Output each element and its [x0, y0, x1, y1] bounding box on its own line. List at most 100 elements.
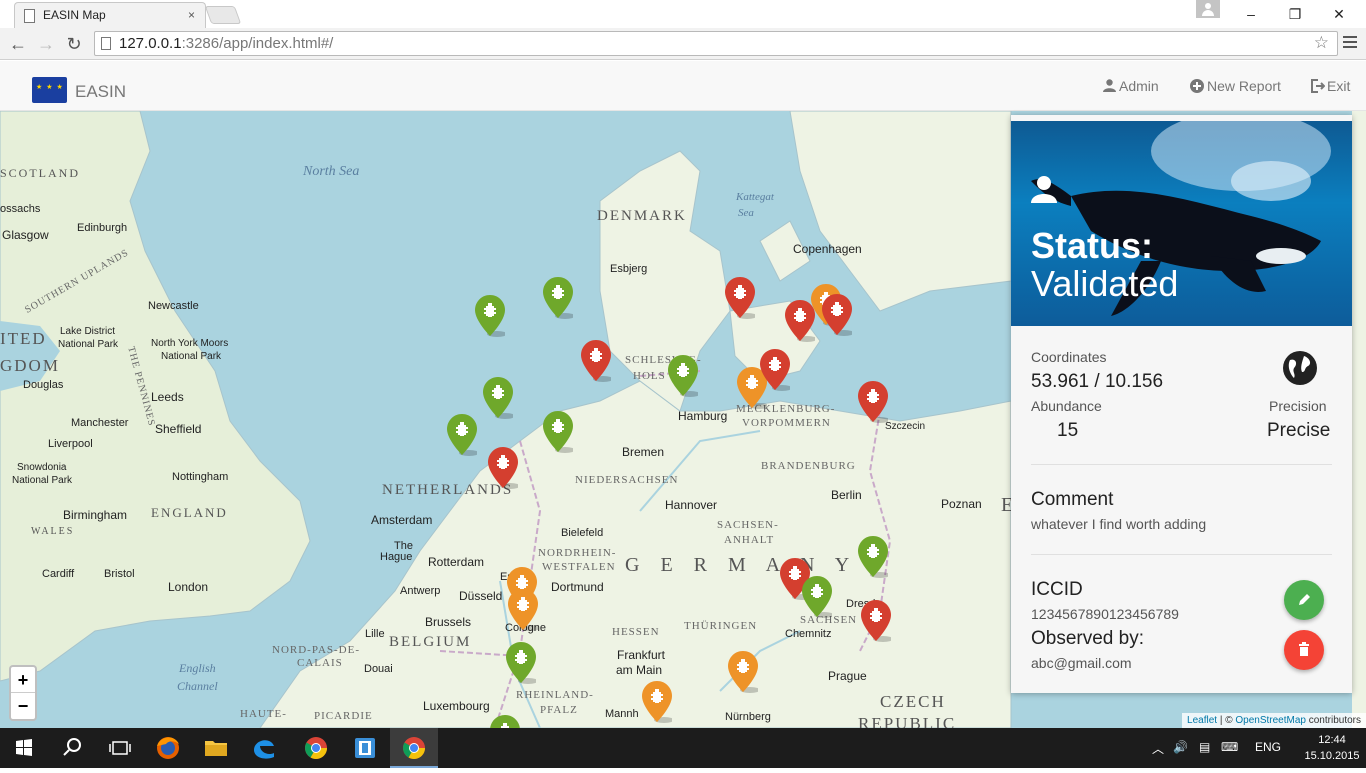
- iccid-value: 1234567890123456789: [1031, 606, 1179, 622]
- label-newcastle: Newcastle: [148, 300, 199, 312]
- observation-marker-pending[interactable]: [728, 651, 760, 693]
- bug-icon: [475, 295, 507, 337]
- observation-marker-rejected[interactable]: [858, 381, 890, 423]
- keyboard-icon[interactable]: ⌨: [1221, 740, 1238, 754]
- tab-close-icon[interactable]: ×: [188, 8, 195, 22]
- label-hamburg: Hamburg: [678, 409, 728, 423]
- edit-button[interactable]: [1284, 580, 1324, 620]
- profile-icon[interactable]: [1196, 0, 1220, 18]
- zoom-out-button[interactable]: −: [11, 693, 35, 719]
- observation-marker-validated[interactable]: [506, 642, 538, 684]
- windows-taskbar: ︿ 🔊 ▤ ⌨ ENG 12:44 15.10.2015: [0, 728, 1366, 768]
- observation-marker-pending[interactable]: [508, 589, 540, 631]
- browser-menu-icon[interactable]: [1343, 36, 1357, 51]
- file-explorer-taskbar-button[interactable]: [192, 728, 240, 768]
- label-cardiff: Cardiff: [42, 568, 75, 580]
- volume-icon[interactable]: 🔊: [1173, 740, 1188, 754]
- app-icon: [355, 738, 375, 758]
- search-icon: [63, 738, 81, 756]
- status-label: Status:: [1031, 225, 1154, 266]
- observation-marker-validated[interactable]: [490, 715, 520, 728]
- label-manchester: Manchester: [71, 417, 129, 429]
- maximize-button[interactable]: ❐: [1272, 0, 1318, 28]
- bug-icon: [760, 349, 792, 391]
- nav-new-report[interactable]: New Report: [1190, 78, 1281, 94]
- iccid-label: ICCID: [1031, 579, 1083, 600]
- observation-marker-validated[interactable]: [483, 377, 515, 419]
- coordinates-label: Coordinates: [1031, 349, 1107, 365]
- browser-tab[interactable]: EASIN Map ×: [14, 2, 206, 28]
- label-anhalt: ANHALT: [724, 534, 775, 546]
- label-nurnberg: Nürnberg: [725, 711, 771, 723]
- delete-button[interactable]: [1284, 630, 1324, 670]
- observation-marker-rejected[interactable]: [822, 294, 854, 336]
- app-taskbar-button[interactable]: [340, 728, 388, 768]
- minimize-button[interactable]: –: [1228, 0, 1274, 28]
- firefox-taskbar-button[interactable]: [144, 728, 192, 768]
- search-button[interactable]: [48, 728, 96, 768]
- leaflet-link[interactable]: Leaflet: [1187, 715, 1217, 726]
- observation-marker-validated[interactable]: [668, 355, 700, 397]
- observation-marker-validated[interactable]: [802, 576, 834, 618]
- comment-label: Comment: [1031, 489, 1114, 510]
- observation-marker-rejected[interactable]: [861, 600, 893, 642]
- forward-icon[interactable]: →: [34, 32, 58, 56]
- observation-marker-rejected[interactable]: [725, 277, 757, 319]
- nav-exit-label: Exit: [1327, 78, 1351, 94]
- label-chemnitz: Chemnitz: [785, 628, 832, 640]
- label-esbjerg: Esbjerg: [610, 263, 648, 275]
- observation-marker-rejected[interactable]: [488, 447, 520, 489]
- language-indicator[interactable]: ENG: [1255, 740, 1281, 754]
- notifications-icon[interactable]: ▤: [1199, 740, 1210, 754]
- observation-marker-rejected[interactable]: [581, 340, 613, 382]
- label-london: London: [168, 580, 209, 594]
- nav-exit[interactable]: Exit: [1310, 78, 1350, 94]
- close-window-button[interactable]: ✕: [1316, 0, 1362, 28]
- page-icon: [24, 9, 35, 23]
- observation-marker-validated[interactable]: [447, 414, 479, 456]
- label-thueringen: THÜRINGEN: [684, 620, 758, 632]
- brand-title[interactable]: EASIN: [75, 82, 126, 102]
- observation-marker-validated[interactable]: [543, 277, 575, 319]
- observed-by-value: abc@gmail.com: [1031, 655, 1132, 671]
- tray-chevron-icon[interactable]: ︿: [1152, 740, 1164, 757]
- user-avatar-icon: [1031, 175, 1057, 208]
- start-button[interactable]: [0, 728, 48, 768]
- observation-marker-pending[interactable]: [642, 681, 674, 723]
- chrome-active-taskbar-button[interactable]: [390, 728, 438, 768]
- address-bar[interactable]: 127.0.0.1:3286/app/index.html#/ ☆: [94, 31, 1338, 56]
- bug-icon: [642, 681, 674, 723]
- label-kattegat: Kattegat: [736, 191, 774, 203]
- reload-icon[interactable]: ↻: [62, 32, 86, 56]
- system-clock[interactable]: 12:44 15.10.2015: [1302, 732, 1362, 764]
- label-nrw: NORDRHEIN-: [538, 547, 617, 559]
- observation-marker-validated[interactable]: [543, 411, 575, 453]
- chrome-taskbar-button[interactable]: [292, 728, 340, 768]
- observation-marker-rejected[interactable]: [760, 349, 792, 391]
- label-kattegat-sea: Sea: [738, 207, 754, 219]
- clock-date: 15.10.2015: [1304, 750, 1360, 762]
- eu-flag-logo: [32, 77, 67, 103]
- label-snowdonia: Snowdonia: [17, 462, 67, 473]
- observation-marker-validated[interactable]: [475, 295, 507, 337]
- osm-link[interactable]: OpenStreetMap: [1235, 715, 1306, 726]
- observation-marker-validated[interactable]: [858, 536, 890, 578]
- label-berlin: Berlin: [831, 488, 862, 502]
- bookmark-star-icon[interactable]: ☆: [1314, 33, 1329, 53]
- back-icon[interactable]: ←: [6, 32, 30, 56]
- globe-icon: [1282, 350, 1318, 391]
- label-leeds: Leeds: [151, 390, 184, 404]
- zoom-in-button[interactable]: +: [11, 667, 35, 693]
- user-icon: [1103, 79, 1116, 92]
- label-dortmund: Dortmund: [551, 580, 604, 594]
- task-view-button[interactable]: [96, 728, 144, 768]
- browser-toolbar: ← → ↻ 127.0.0.1:3286/app/index.html#/ ☆: [0, 28, 1366, 60]
- status-heading: Status: Validated: [1031, 227, 1178, 303]
- label-rheinland: RHEINLAND-: [516, 689, 594, 701]
- comment-value: whatever I find worth adding: [1031, 516, 1207, 532]
- divider: [1031, 464, 1332, 465]
- nav-admin[interactable]: Admin: [1103, 78, 1159, 94]
- task-view-icon: [109, 741, 131, 755]
- new-tab-button[interactable]: [204, 6, 242, 24]
- edge-taskbar-button[interactable]: [240, 728, 288, 768]
